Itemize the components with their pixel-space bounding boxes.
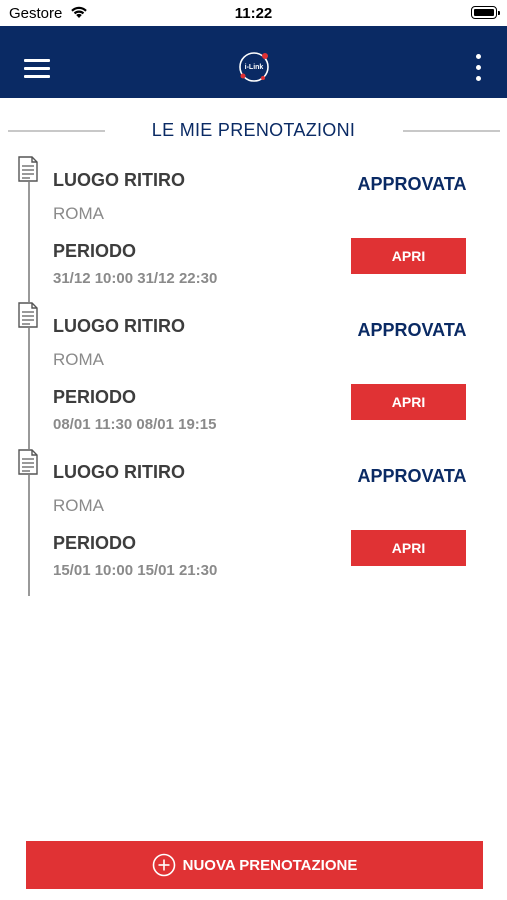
pickup-label: LUOGO RITIRO — [53, 170, 185, 190]
booking-card: LUOGO RITIRO ROMA APPROVATA PERIODO 08/0… — [0, 314, 507, 460]
new-booking-label: NUOVA PRENOTAZIONE — [182, 856, 358, 874]
new-booking-button[interactable]: NUOVA PRENOTAZIONE — [26, 841, 483, 889]
more-options-button[interactable] — [472, 54, 484, 82]
clock: 11:22 — [234, 5, 273, 22]
logo-text: i-Link — [245, 64, 264, 71]
open-booking-button[interactable]: APRI — [351, 238, 466, 274]
ilink-logo: i-Link — [239, 52, 269, 82]
plus-circle-icon — [152, 853, 175, 877]
status-badge: APPROVATA — [357, 320, 467, 340]
status-badge: APPROVATA — [357, 466, 467, 486]
pickup-label: LUOGO RITIRO — [53, 316, 185, 336]
period-label: PERIODO — [53, 241, 137, 261]
booking-card: LUOGO RITIRO ROMA APPROVATA PERIODO 31/1… — [0, 168, 507, 314]
menu-button[interactable] — [24, 59, 50, 79]
section-header: LE MIE PRENOTAZIONI — [0, 120, 507, 144]
pickup-value: ROMA — [53, 204, 104, 223]
pickup-value: ROMA — [53, 350, 104, 369]
booking-card: LUOGO RITIRO ROMA APPROVATA PERIODO 15/0… — [0, 460, 507, 606]
status-badge: APPROVATA — [357, 174, 467, 194]
open-booking-button[interactable]: APRI — [351, 384, 466, 420]
pickup-value: ROMA — [53, 496, 104, 515]
divider-right — [403, 130, 500, 132]
battery-icon — [471, 6, 500, 19]
period-value: 08/01 11:30 08/01 19:15 — [53, 416, 217, 433]
hamburger-icon — [24, 59, 50, 62]
open-booking-button[interactable]: APRI — [351, 530, 466, 566]
status-bar: Gestore 11:22 — [0, 0, 507, 26]
period-label: PERIODO — [53, 387, 137, 407]
period-label: PERIODO — [53, 533, 137, 553]
period-value: 15/01 10:00 15/01 21:30 — [53, 562, 218, 579]
period-value: 31/12 10:00 31/12 22:30 — [53, 270, 218, 287]
pickup-label: LUOGO RITIRO — [53, 462, 185, 482]
app-header: i-Link — [0, 26, 507, 98]
